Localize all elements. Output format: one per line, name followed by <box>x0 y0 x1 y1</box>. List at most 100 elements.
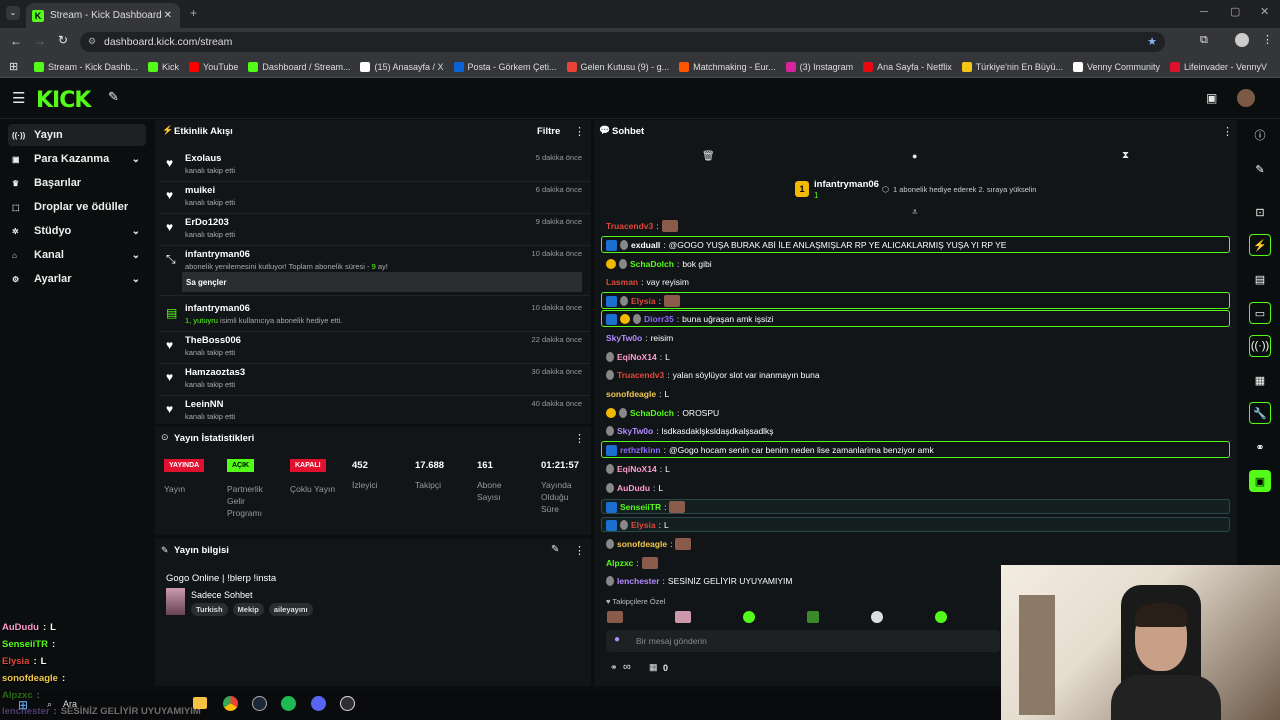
user-avatar[interactable] <box>1237 89 1255 107</box>
browser-menu-icon[interactable]: ⋮ <box>1262 33 1273 46</box>
activity-username[interactable]: muikei <box>185 185 215 196</box>
chat-username[interactable]: SchaDolch <box>630 259 674 269</box>
bookmark-star-icon[interactable]: ★ <box>1147 35 1157 48</box>
chat-username[interactable]: Lasman <box>606 277 638 287</box>
activity-username[interactable]: Hamzaoztas3 <box>185 367 245 378</box>
bookmark-item[interactable]: Posta - Görkem Çeti... <box>453 61 557 72</box>
search-icon[interactable]: ⌕ <box>47 699 52 710</box>
signal-icon[interactable]: ((·)) <box>1249 335 1271 357</box>
bookmark-item[interactable]: Ana Sayfa - Netflix <box>863 61 952 72</box>
sidebar-item-3[interactable]: ♛ Başarılar <box>8 172 146 194</box>
activity-username[interactable]: infantryman06 <box>185 303 250 314</box>
taskbar-search-label[interactable]: Ara <box>63 699 77 709</box>
windows-start-icon[interactable]: ⊞ <box>18 698 28 712</box>
bookmark-item[interactable]: Matchmaking - Eur... <box>679 61 776 72</box>
sidebar-item-1[interactable]: ((·)) Yayın <box>8 124 146 146</box>
chat-input[interactable]: ● Bir mesaj gönderin <box>606 630 1000 652</box>
mic-icon[interactable]: ● <box>614 634 620 645</box>
folder-icon[interactable] <box>193 697 207 709</box>
discord-icon[interactable] <box>311 696 326 711</box>
minimize-icon[interactable]: ─ <box>1200 6 1208 18</box>
bookmark-item[interactable]: Kick <box>148 61 179 72</box>
bookmark-item[interactable]: YouTube <box>189 61 238 72</box>
page-icon[interactable]: ▤ <box>1249 268 1271 290</box>
chat-username[interactable]: SkyTw0o <box>606 333 642 343</box>
chat-username[interactable]: Diorr35 <box>644 314 674 324</box>
bookmark-item[interactable]: (15) Anasayfa / X <box>360 61 444 72</box>
store-icon[interactable]: ▦ <box>649 662 658 673</box>
green-app-icon[interactable]: ▣ <box>1249 470 1271 492</box>
chat-username[interactable]: SkyTw0o <box>617 426 653 436</box>
bolt-icon[interactable]: ⚡ <box>1249 234 1271 256</box>
trash-icon[interactable]: 🗑 <box>702 151 715 162</box>
chat-icon[interactable]: ▭ <box>1249 302 1271 324</box>
extensions-icon[interactable]: ⧉ <box>1200 34 1208 47</box>
bookmark-item[interactable]: Türkiye'nin En Büyü... <box>961 61 1063 72</box>
back-icon[interactable]: ← <box>10 34 22 48</box>
chat-username[interactable]: Alpzxc <box>606 558 633 568</box>
sidebar-item-5[interactable]: ✲ Stüdyo ⌄ <box>8 220 146 242</box>
obs-icon[interactable] <box>340 696 355 711</box>
chat-username[interactable]: AuDudu <box>617 483 650 493</box>
activity-menu-icon[interactable]: ⋮ <box>574 125 585 138</box>
chat-username[interactable]: sonofdeagle <box>617 539 667 549</box>
tag-chip[interactable]: aileyayını <box>268 603 313 616</box>
emote-icon[interactable] <box>871 611 883 623</box>
reload-icon[interactable]: ↻ <box>58 33 68 47</box>
collapse-icon[interactable]: ⩡ <box>912 207 918 218</box>
chat-message-icon[interactable]: ● <box>912 151 917 161</box>
profile-icon[interactable] <box>1235 33 1249 47</box>
link-icon[interactable]: ⚭ <box>610 662 618 673</box>
hamburger-menu-icon[interactable]: ☰ <box>12 89 25 107</box>
forward-icon[interactable]: → <box>34 34 46 48</box>
chevron-down-icon[interactable]: ⌄ <box>132 226 140 237</box>
steam-icon[interactable] <box>252 696 267 711</box>
info-menu-icon[interactable]: ⋮ <box>574 544 585 557</box>
pinned-username[interactable]: infantryman06 <box>814 179 879 190</box>
activity-username[interactable]: Exolaus <box>185 153 221 164</box>
chat-username[interactable]: Truacendv3 <box>606 221 653 231</box>
activity-username[interactable]: ErDo1203 <box>185 217 229 228</box>
chat-menu-icon[interactable]: ⋮ <box>1222 125 1233 138</box>
chat-username[interactable]: Elysia <box>631 520 656 530</box>
tab-list-icon[interactable]: ⌄ <box>6 6 20 20</box>
network-icon[interactable]: ⚭ <box>1249 436 1271 458</box>
activity-username[interactable]: infantryman06 <box>185 249 250 260</box>
emote-icon[interactable] <box>743 611 755 623</box>
sidebar-item-4[interactable]: ⬚ Droplar ve ödüller <box>8 196 146 218</box>
close-tab-icon[interactable]: ✕ <box>164 10 172 21</box>
pencil-icon[interactable]: ✎ <box>1249 158 1271 180</box>
maximize-icon[interactable]: ▢ <box>1230 5 1240 18</box>
site-info-icon[interactable]: ⚙ <box>88 36 96 47</box>
emote-icon[interactable] <box>675 611 691 623</box>
bookmark-item[interactable]: Gelen Kutusu (9) - g... <box>566 61 669 72</box>
emote-icon[interactable] <box>935 611 947 623</box>
tag-chip[interactable]: Mekip <box>232 603 264 616</box>
tag-chip[interactable]: Turkish <box>191 603 228 616</box>
chat-username[interactable]: sonofdeagle <box>606 389 656 399</box>
chevron-down-icon[interactable]: ⌄ <box>132 250 140 261</box>
chevron-down-icon[interactable]: ⌄ <box>132 274 140 285</box>
chat-username[interactable]: EqiNoX14 <box>617 352 657 362</box>
browser-tab[interactable]: K Stream - Kick Dashboard ✕ <box>26 3 180 28</box>
pin-tool-icon[interactable]: ✎ <box>108 89 119 105</box>
kick-logo[interactable]: KICK <box>36 88 91 113</box>
sidebar-item-7[interactable]: ⚙ Ayarlar ⌄ <box>8 268 146 290</box>
chat-username[interactable]: rethzfkinn <box>620 445 661 455</box>
chat-username[interactable]: exduall <box>631 240 660 250</box>
bookmark-item[interactable]: (3) Instagram <box>785 61 853 72</box>
chat-username[interactable]: SenseiiTR <box>620 502 661 512</box>
media-icon[interactable]: ▦ <box>1249 369 1271 391</box>
activity-filter-button[interactable]: Filtre <box>537 126 560 137</box>
activity-username[interactable]: LeeinNN <box>185 399 224 410</box>
screenshot-icon[interactable]: ⊡ <box>1249 201 1271 223</box>
emote-icon[interactable] <box>807 611 819 623</box>
bookmark-item[interactable]: Stream - Kick Dashb... <box>34 61 138 72</box>
sidebar-item-2[interactable]: ▣ Para Kazanma ⌄ <box>8 148 146 170</box>
chat-username[interactable]: EqiNoX14 <box>617 464 657 474</box>
sidebar-item-6[interactable]: ⌂ Kanal ⌄ <box>8 244 146 266</box>
tools-icon[interactable]: 🔧 <box>1249 402 1271 424</box>
camera-icon[interactable]: ▣ <box>1206 91 1217 105</box>
chat-username[interactable]: Elysia <box>631 296 656 306</box>
chat-username[interactable]: lenchester <box>617 576 660 586</box>
